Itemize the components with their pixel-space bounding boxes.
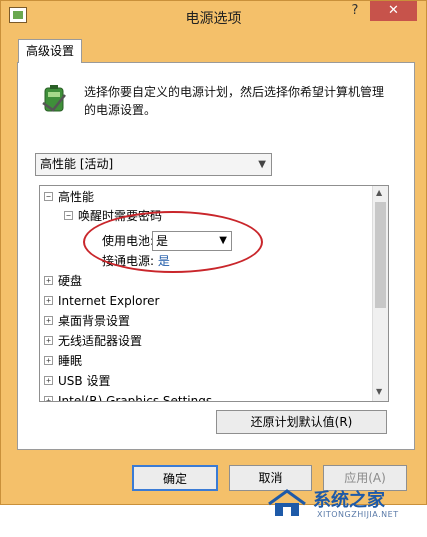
tree-item-high-performance[interactable]: − 高性能 bbox=[44, 188, 94, 206]
watermark-subtext: XITONGZHIJIA.NET bbox=[317, 510, 399, 519]
tab-advanced-settings[interactable]: 高级设置 bbox=[18, 39, 82, 63]
power-plan-select[interactable]: 高性能 [活动] ▼ bbox=[35, 153, 272, 176]
expand-icon[interactable]: + bbox=[44, 276, 53, 285]
tree-scrollbar[interactable]: ▲ ▼ bbox=[372, 186, 388, 401]
expand-icon[interactable]: + bbox=[44, 336, 53, 345]
tree-item[interactable]: + Internet Explorer bbox=[44, 292, 159, 310]
scroll-up-icon[interactable]: ▲ bbox=[376, 188, 382, 197]
power-plan-value: 高性能 [活动] bbox=[40, 157, 114, 171]
tree-item[interactable]: + Intel(R) Graphics Settings bbox=[44, 392, 212, 401]
watermark: 系统之家 XITONGZHIJIA.NET bbox=[265, 482, 425, 528]
expand-icon[interactable]: + bbox=[44, 376, 53, 385]
scroll-thumb[interactable] bbox=[375, 202, 386, 308]
expand-icon[interactable]: + bbox=[44, 296, 53, 305]
expand-icon[interactable]: + bbox=[44, 396, 53, 401]
description-text: 选择你要自定义的电源计划，然后选择你希望计算机管理的电源设置。 bbox=[84, 85, 385, 117]
title-bar: 电源选项 ? ✕ bbox=[1, 1, 426, 34]
expand-icon[interactable]: + bbox=[44, 356, 53, 365]
battery-plan-icon bbox=[42, 85, 66, 112]
watermark-text: 系统之家 bbox=[313, 490, 385, 511]
close-button[interactable]: ✕ bbox=[370, 1, 417, 21]
expand-icon[interactable]: + bbox=[44, 316, 53, 325]
restore-defaults-button[interactable]: 还原计划默认值(R) bbox=[216, 410, 387, 434]
tree-item[interactable]: + 无线适配器设置 bbox=[44, 332, 142, 350]
collapse-icon[interactable]: − bbox=[64, 211, 73, 220]
tree-item[interactable]: + 睡眠 bbox=[44, 352, 82, 370]
tree-item[interactable]: + 桌面背景设置 bbox=[44, 312, 130, 330]
collapse-icon[interactable]: − bbox=[44, 192, 53, 201]
house-logo-icon bbox=[268, 489, 306, 516]
help-button[interactable]: ? bbox=[347, 3, 363, 21]
red-circle-annotation bbox=[83, 211, 263, 273]
tree-item[interactable]: + 硬盘 bbox=[44, 272, 82, 290]
tree-item[interactable]: + USB 设置 bbox=[44, 372, 110, 390]
scroll-down-icon[interactable]: ▼ bbox=[376, 387, 382, 396]
chevron-down-icon: ▼ bbox=[258, 159, 266, 170]
ok-button[interactable]: 确定 bbox=[132, 465, 218, 491]
power-options-window: 电源选项 ? ✕ 高级设置 选择你要自定义的电源计划，然后选择你希望计算机管理的… bbox=[0, 0, 427, 505]
